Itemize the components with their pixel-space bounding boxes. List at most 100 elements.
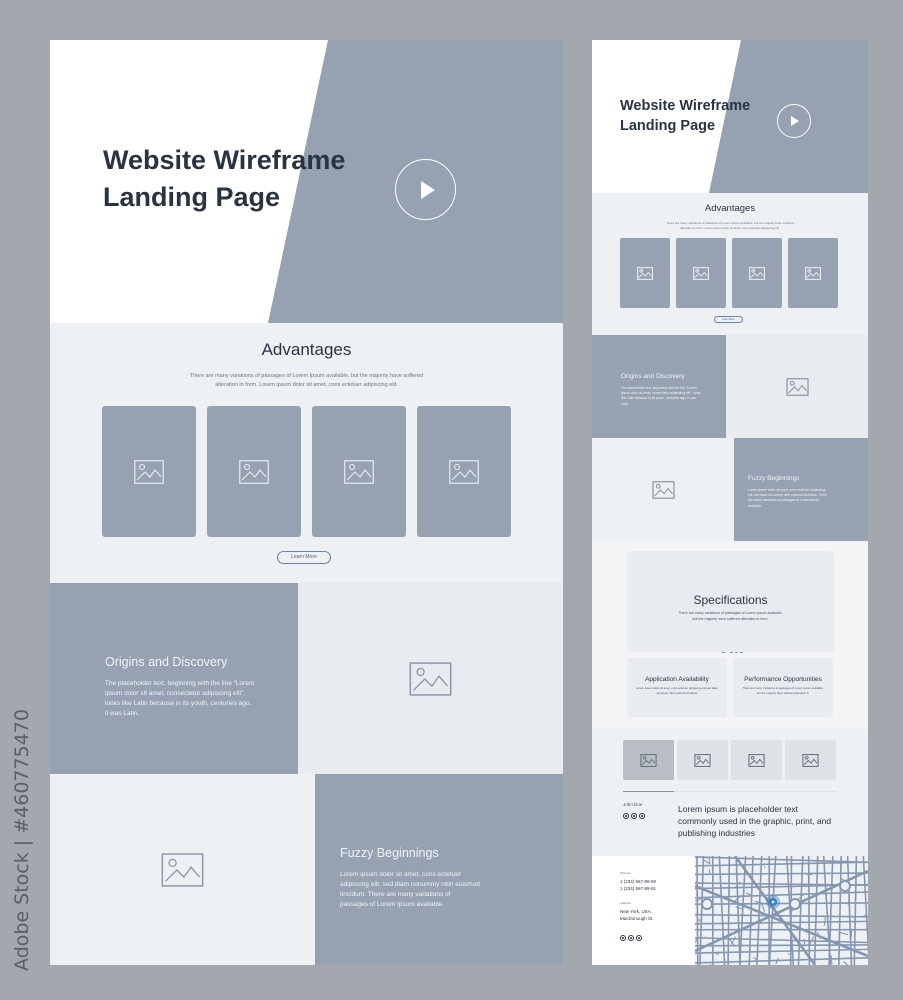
specifications-description: There are many variations of passages of… <box>678 611 783 621</box>
testimonial-quote: Lorem ipsum is placeholder text commonly… <box>678 804 832 838</box>
social-icon[interactable] <box>639 813 645 819</box>
advantage-card[interactable] <box>312 406 406 537</box>
gallery-progress <box>623 790 837 792</box>
map-street <box>704 936 706 939</box>
map-street <box>813 856 819 965</box>
gallery-thumb[interactable] <box>623 740 674 780</box>
advantage-card[interactable] <box>620 238 670 308</box>
phone-1[interactable]: 1 (234) 567-89-90 <box>620 878 656 885</box>
gallery-thumb[interactable] <box>785 740 836 780</box>
origins-text: The placeholder text, beginning with the… <box>105 680 255 717</box>
hero-title: Website Wireframe Landing Page <box>103 142 345 216</box>
image-placeholder-icon <box>651 480 675 499</box>
advantages-description: There are many variations of passages of… <box>189 373 424 388</box>
slider-dot[interactable] <box>722 652 725 653</box>
specifications-slide: Specifications There are many variations… <box>627 551 834 653</box>
map-street <box>807 856 811 965</box>
learn-more-button[interactable]: Learn More <box>277 551 331 564</box>
social-icon[interactable] <box>636 935 642 941</box>
advantages-title: Advantages <box>261 340 352 359</box>
image-placeholder-icon <box>694 753 711 767</box>
map-street <box>789 856 793 965</box>
origins-text: The placeholder text, beginning with the… <box>621 386 701 406</box>
gallery-thumb[interactable] <box>677 740 728 780</box>
street-map <box>695 856 868 965</box>
map-street <box>787 953 790 955</box>
hero-section-narrow: Website Wireframe Landing Page <box>592 40 868 193</box>
fuzzy-image <box>50 774 315 965</box>
social-icon[interactable] <box>620 935 626 941</box>
map-street <box>745 892 752 896</box>
map-street <box>695 913 868 918</box>
fuzzy-title: Fuzzy Beginnings <box>340 846 439 860</box>
social-icon[interactable] <box>623 813 629 819</box>
contact-section: Phones 1 (234) 567-89-90 1 (234) 567-89-… <box>592 856 868 965</box>
author-social-icons <box>623 813 645 819</box>
map-street <box>695 938 697 943</box>
stock-id-label: Adobe Stock | #460775470 <box>2 709 42 971</box>
advantages-cards <box>102 406 511 537</box>
advantage-card[interactable] <box>417 406 511 537</box>
map-street <box>738 856 747 965</box>
origins-title: Origins and Discovery <box>105 655 228 669</box>
image-placeholder-icon <box>344 459 374 484</box>
map-street <box>754 900 762 904</box>
advantage-card[interactable] <box>676 238 726 308</box>
origins-section: Origins and Discovery The placeholder te… <box>50 583 298 774</box>
map-street <box>850 929 853 939</box>
map-street <box>838 856 842 965</box>
map-street <box>718 856 726 965</box>
origins-title: Origins and Discovery <box>621 373 685 380</box>
map-street <box>843 961 849 965</box>
advantages-title: Advantages <box>704 203 756 214</box>
image-placeholder-icon <box>802 753 819 767</box>
play-button[interactable] <box>395 159 456 220</box>
image-placeholder-icon <box>805 266 821 280</box>
image-placeholder-icon <box>785 377 809 396</box>
specifications-title: Specifications <box>693 593 768 607</box>
advantage-card[interactable] <box>788 238 838 308</box>
image-placeholder-icon <box>637 266 653 280</box>
map-street <box>709 963 712 965</box>
map-street <box>828 856 834 965</box>
image-placeholder-icon <box>161 852 204 887</box>
advantages-description: There are many variations of passages of… <box>666 221 794 230</box>
map-street <box>727 856 731 965</box>
feature-text: There are many variations of passages of… <box>742 686 824 695</box>
slider-dot[interactable] <box>730 652 733 653</box>
address-line-2: MacDonough St. <box>620 916 654 921</box>
social-icon[interactable] <box>628 935 634 941</box>
contact-social-icons <box>620 935 642 941</box>
feature-card: Application Availability Lorem ipsum dol… <box>627 658 727 717</box>
address-label: Address <box>620 901 632 905</box>
advantages-section-narrow: Advantages There are many variations of … <box>592 193 868 335</box>
fuzzy-title: Fuzzy Beginnings <box>748 475 800 482</box>
advantage-card[interactable] <box>732 238 782 308</box>
advantage-card[interactable] <box>102 406 196 537</box>
feature-card: Performance Opportunities There are many… <box>733 658 833 717</box>
origins-section-narrow: Origins and Discovery The placeholder te… <box>592 335 726 438</box>
slider-dot[interactable] <box>735 652 738 653</box>
slider-indicators <box>722 652 743 653</box>
map-street <box>698 918 701 922</box>
map-street <box>830 955 833 965</box>
author-name: John Doe <box>623 802 643 807</box>
play-button[interactable] <box>777 104 811 138</box>
advantages-cards <box>620 238 838 308</box>
feature-title: Performance Opportunities <box>744 676 822 683</box>
map-roundabout <box>701 898 713 910</box>
phone-2[interactable]: 1 (234) 567-89-91 <box>620 885 656 892</box>
gallery-progress-active <box>623 790 674 792</box>
map-street <box>695 897 702 902</box>
map-roundabout <box>789 898 801 910</box>
image-placeholder-icon <box>693 266 709 280</box>
slider-dot[interactable] <box>740 652 743 653</box>
advantage-card[interactable] <box>207 406 301 537</box>
hero-section: Website Wireframe Landing Page <box>50 40 563 323</box>
gallery-thumb[interactable] <box>731 740 782 780</box>
learn-more-button[interactable]: Learn More <box>714 316 743 323</box>
location-map[interactable] <box>695 856 868 965</box>
social-icon[interactable] <box>631 813 637 819</box>
fuzzy-image <box>592 438 734 541</box>
fuzzy-section-narrow: Fuzzy Beginnings Lorem ipsum dolor sit a… <box>734 438 868 541</box>
